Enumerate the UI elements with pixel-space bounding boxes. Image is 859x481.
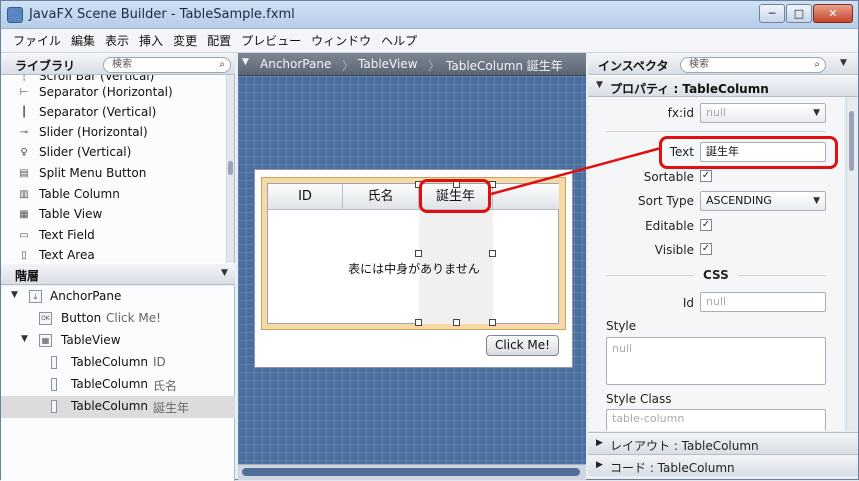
app-window: JavaFX Scene Builder - TableSample.fxml … xyxy=(0,0,859,481)
annotation-connector xyxy=(490,146,662,196)
annotation-line xyxy=(490,146,662,196)
